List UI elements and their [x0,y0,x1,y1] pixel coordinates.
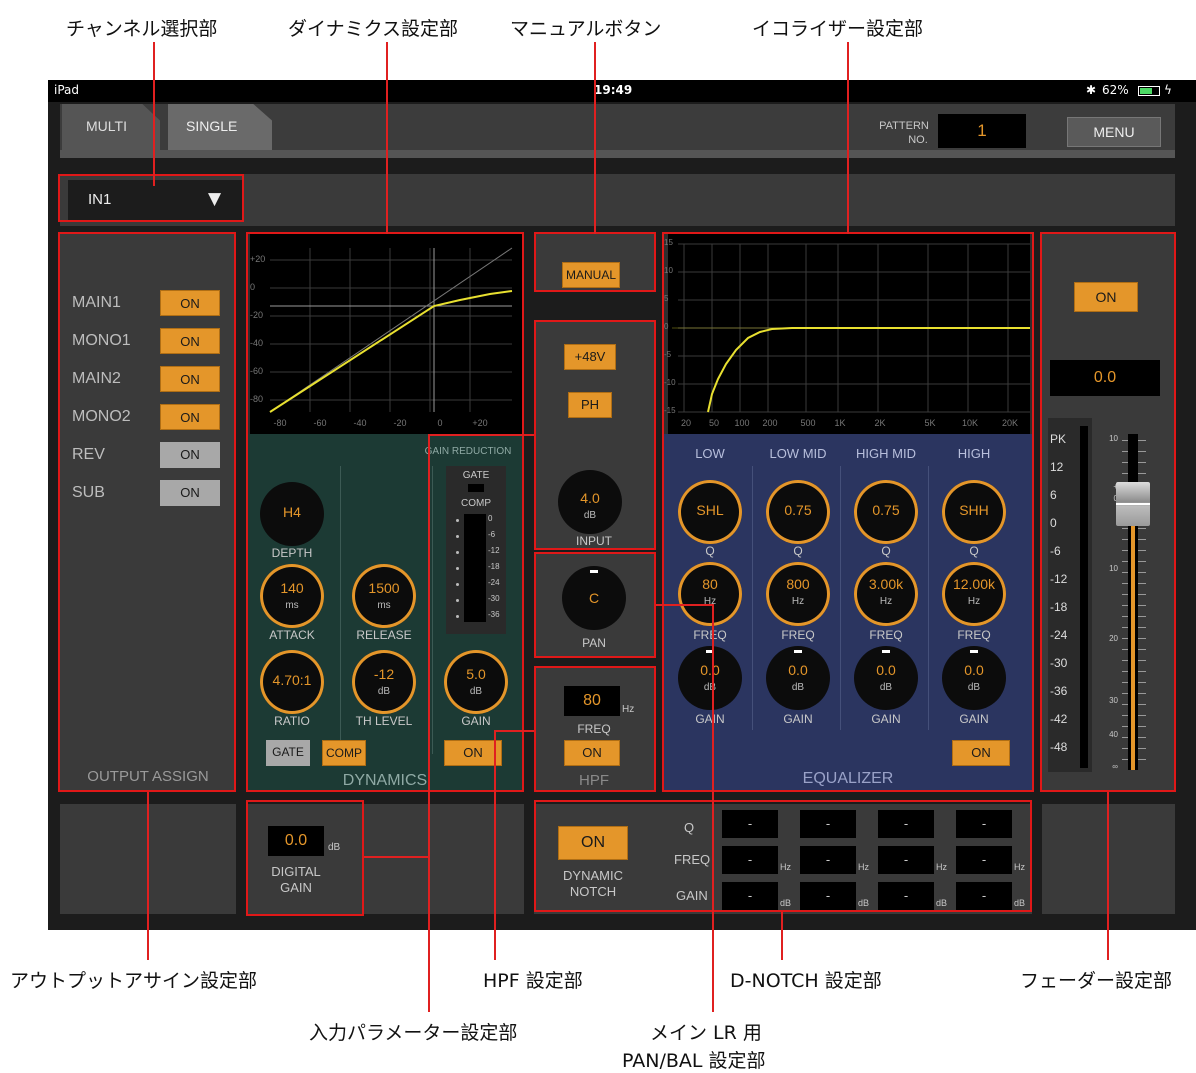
leader-dnotch [781,912,783,960]
callout-pan-2: PAN/BAL 設定部 [622,1050,766,1072]
leader-equalizer [847,42,849,234]
highlight-hpf [534,666,656,792]
tab-single[interactable]: SINGLE [168,104,272,150]
callout-dynamics: ダイナミクス設定部 [288,18,459,40]
battery-icon [1138,86,1160,96]
highlight-fader [1040,232,1176,792]
pattern-number[interactable]: 1 [938,114,1026,148]
app-screen: iPad 19:49 ✱ 62% ϟ MULTI SINGLE PATTERN … [48,80,1196,930]
callout-equalizer: イコライザー設定部 [752,18,924,40]
clock: 19:49 [594,83,633,97]
callout-input-param: 入力パラメーター設定部 [309,1022,518,1044]
callout-fader: フェーダー設定部 [1020,970,1173,992]
callout-output-assign: アウトプットアサイン設定部 [10,970,258,992]
leader-digital-gain-h [364,856,430,858]
leader-input-param [428,434,430,1012]
bluetooth-icon: ✱ [1086,83,1097,97]
tab-underline [60,150,1175,158]
leader-pan-h [656,604,714,606]
tab-multi[interactable]: MULTI [62,104,160,150]
leader-hpf [494,730,496,960]
callout-dnotch: D-NOTCH 設定部 [730,970,882,992]
highlight-channel [58,174,244,222]
highlight-output-assign [58,232,236,792]
highlight-dynamics [246,232,524,792]
tab-multi-label: MULTI [86,118,127,134]
callout-channel-select: チャンネル選択部 [66,18,218,40]
leader-manual [594,42,596,234]
callout-hpf: HPF 設定部 [483,970,583,992]
leader-input-param-h [428,434,534,436]
pattern-label-no: NO. [908,134,928,146]
highlight-equalizer [662,232,1034,792]
callout-pan-1: メイン LR 用 [650,1022,762,1044]
highlight-digital-gain [246,800,364,916]
callout-manual-button: マニュアルボタン [510,18,662,40]
tab-single-label: SINGLE [186,118,238,134]
highlight-manual [534,232,656,292]
device-name: iPad [54,83,80,97]
pattern-label: PATTERN [879,120,929,132]
charging-icon: ϟ [1164,83,1172,97]
leader-channel [153,42,155,186]
battery-percent: 62% [1102,83,1129,97]
leader-pan [712,604,714,1012]
highlight-dnotch [534,800,1032,912]
highlight-pan [534,552,656,658]
leader-hpf-h [494,730,534,732]
status-bar: iPad 19:49 ✱ 62% ϟ [48,80,1196,102]
leader-fader [1107,792,1109,960]
highlight-input [534,320,656,550]
leader-dynamics [386,42,388,234]
leader-output-assign [147,792,149,960]
menu-button[interactable]: MENU [1067,117,1161,147]
